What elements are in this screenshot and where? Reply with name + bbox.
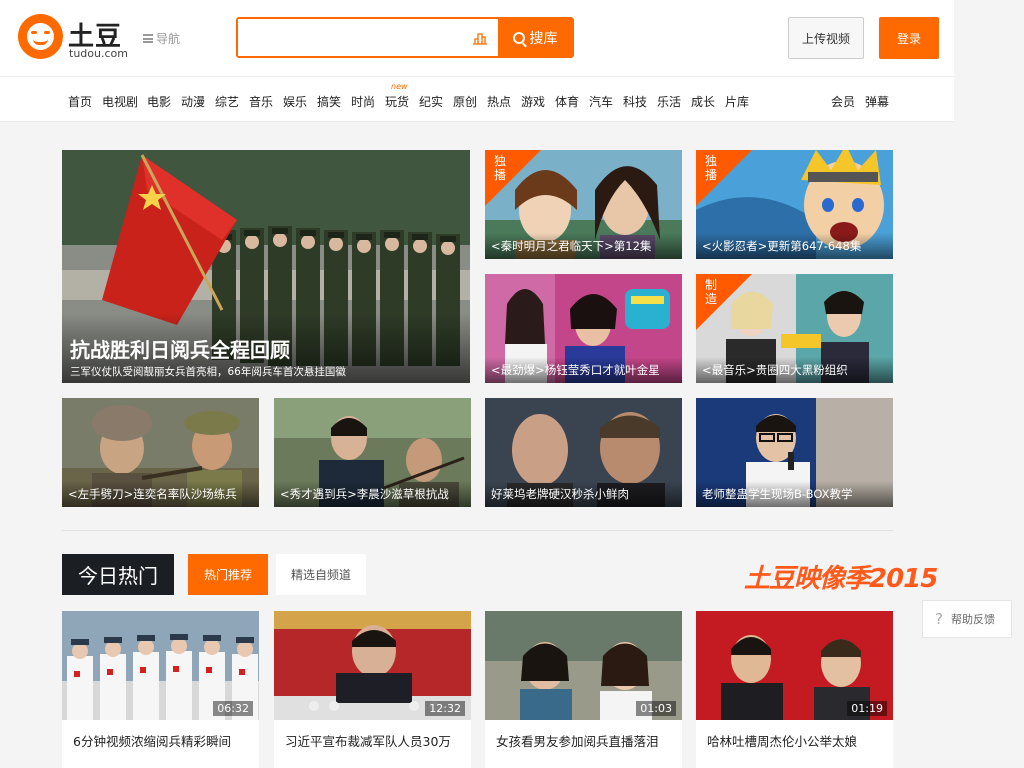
nav-item-home[interactable]: 首页: [68, 93, 92, 110]
search-icon: [512, 31, 525, 44]
featured-tile-caption: <最音乐>贵圈四大黑粉组织: [696, 357, 893, 383]
tudou-video-season-banner[interactable]: 土豆映像季2015: [744, 558, 938, 595]
nav-toggle[interactable]: 导航: [143, 30, 180, 47]
featured-tile-5[interactable]: <左手劈刀>连奕名率队沙场练兵: [62, 398, 259, 507]
search-box: 搜库: [236, 17, 574, 58]
nav-item-gadgets[interactable]: 玩货: [385, 93, 409, 110]
exclusive-badge: 独播: [494, 154, 507, 182]
search-button[interactable]: 搜库: [498, 19, 572, 56]
nav-item-fashion[interactable]: 时尚: [351, 93, 375, 110]
logo-domain: tudou.com: [69, 47, 128, 60]
featured-tile-caption: <最劲爆>杨钰莹秀口才就叶金星: [485, 357, 682, 383]
video-duration: 01:19: [847, 701, 887, 716]
video-title: 女孩看男友参加阅兵直播落泪: [496, 734, 659, 749]
tab-hot-recommend[interactable]: 热门推荐: [188, 554, 268, 595]
featured-big-subtitle: 三军仪仗队受阅靓丽女兵首亮相，66年阅兵车首次悬挂国徽: [70, 366, 346, 378]
nav-item-sports[interactable]: 体育: [555, 93, 579, 110]
nav-item-music[interactable]: 音乐: [249, 93, 273, 110]
featured-tile-caption: <左手劈刀>连奕名率队沙场练兵: [62, 481, 259, 507]
video-card-2[interactable]: 12:32 习近平宣布裁减军队人员30万: [274, 611, 471, 768]
nav-item-danmaku[interactable]: 弹幕: [865, 93, 889, 110]
featured-tile-7[interactable]: 好莱坞老牌硬汉秒杀小鲜肉: [485, 398, 682, 507]
featured-tile-8[interactable]: 老师整蛊学生现场B-BOX教学: [696, 398, 893, 507]
search-input[interactable]: [238, 19, 463, 56]
nav-item-documentary[interactable]: 纪实: [419, 93, 443, 110]
video-card-4[interactable]: 01:19 哈林吐槽周杰伦小公举太娘: [696, 611, 893, 768]
nav-item-member[interactable]: 会员: [831, 93, 855, 110]
nav-item-tv[interactable]: 电视剧: [102, 93, 138, 110]
video-duration: 01:03: [636, 701, 676, 716]
nav-item-growth[interactable]: 成长: [691, 93, 715, 110]
nav-item-entertainment[interactable]: 娱乐: [283, 93, 307, 110]
nav-item-funny[interactable]: 搞笑: [317, 93, 341, 110]
featured-tile-caption: <秀才遇到兵>李晨沙滋草根抗战: [274, 481, 471, 507]
featured-big-tile[interactable]: 抗战胜利日阅兵全程回顾 三军仪仗队受阅靓丽女兵首亮相，66年阅兵车首次悬挂国徽: [62, 150, 470, 383]
ranking-chart-icon[interactable]: [472, 31, 488, 45]
video-title: 6分钟视频浓缩阅兵精彩瞬间: [73, 734, 231, 749]
potato-face-icon: [18, 14, 63, 59]
featured-tile-4[interactable]: 制造 <最音乐>贵圈四大黑粉组织: [696, 274, 893, 383]
featured-tile-6[interactable]: <秀才遇到兵>李晨沙滋草根抗战: [274, 398, 471, 507]
nav-item-movie[interactable]: 电影: [147, 93, 171, 110]
channel-nav: 首页 电视剧 电影 动漫 综艺 音乐 娱乐 搞笑 时尚 玩货 new 纪实 原创…: [0, 76, 954, 122]
featured-big-title: 抗战胜利日阅兵全程回顾: [70, 338, 290, 362]
nav-item-library[interactable]: 片库: [725, 93, 749, 110]
search-button-label: 搜库: [529, 30, 558, 47]
hot-section-title: 今日热门: [62, 554, 174, 595]
video-title: 哈林吐槽周杰伦小公举太娘: [707, 734, 858, 749]
featured-tile-caption: 老师整蛊学生现场B-BOX教学: [696, 481, 893, 507]
featured-tile-1[interactable]: 独播 <秦时明月之君临天下>第12集: [485, 150, 682, 259]
help-feedback-button[interactable]: ? 帮助反馈: [922, 600, 1012, 638]
help-feedback-label: 帮助反馈: [950, 613, 995, 626]
nav-toggle-label: 导航: [156, 32, 181, 46]
featured-tile-caption: 好莱坞老牌硬汉秒杀小鲜肉: [485, 481, 682, 507]
featured-tile-caption: <秦时明月之君临天下>第12集: [485, 233, 682, 259]
site-logo[interactable]: 土豆 tudou.com: [18, 14, 128, 62]
section-divider: [62, 530, 893, 531]
featured-tile-3[interactable]: <最劲爆>杨钰莹秀口才就叶金星: [485, 274, 682, 383]
nav-item-lifestyle[interactable]: 乐活: [657, 93, 681, 110]
video-card-3[interactable]: 01:03 女孩看男友参加阅兵直播落泪: [485, 611, 682, 768]
nav-item-hot[interactable]: 热点: [487, 93, 511, 110]
upload-video-button[interactable]: 上传视频: [788, 17, 864, 59]
question-icon: ?: [935, 610, 943, 628]
featured-tile-caption: <火影忍者>更新第647-648集: [696, 233, 893, 259]
menu-icon: [143, 34, 153, 43]
nav-item-original[interactable]: 原创: [453, 93, 477, 110]
new-badge: new: [391, 82, 408, 91]
exclusive-badge: 独播: [705, 154, 718, 182]
nav-item-anime[interactable]: 动漫: [181, 93, 205, 110]
nav-item-tech[interactable]: 科技: [623, 93, 647, 110]
login-button[interactable]: 登录: [879, 17, 939, 59]
nav-item-auto[interactable]: 汽车: [589, 93, 613, 110]
nav-item-games[interactable]: 游戏: [521, 93, 545, 110]
production-badge: 制造: [705, 278, 718, 306]
video-duration: 12:32: [425, 701, 465, 716]
featured-tile-2[interactable]: 独播 <火影忍者>更新第647-648集: [696, 150, 893, 259]
video-duration: 06:32: [213, 701, 253, 716]
nav-item-variety[interactable]: 综艺: [215, 93, 239, 110]
video-title: 习近平宣布裁减军队人员30万: [285, 734, 451, 749]
tab-selected-channels[interactable]: 精选自频道: [276, 554, 366, 595]
video-card-1[interactable]: 06:32 6分钟视频浓缩阅兵精彩瞬间: [62, 611, 259, 768]
site-header: 土豆 tudou.com 导航 搜库 上传视频 登录: [0, 0, 954, 76]
